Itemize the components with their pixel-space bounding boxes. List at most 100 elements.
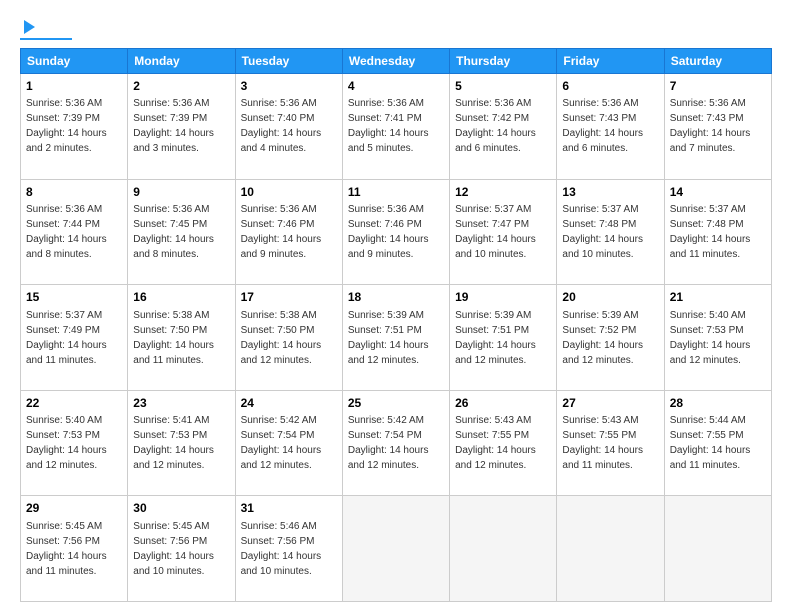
sunrise-label: Sunrise: 5:38 AM xyxy=(133,310,209,321)
week-row-1: 1 Sunrise: 5:36 AM Sunset: 7:39 PM Dayli… xyxy=(21,74,772,180)
sunrise-label: Sunrise: 5:36 AM xyxy=(241,204,317,215)
daylight-minutes: and 9 minutes. xyxy=(348,249,414,260)
day-info: Sunrise: 5:36 AM Sunset: 7:39 PM Dayligh… xyxy=(26,96,122,156)
daylight-minutes: and 4 minutes. xyxy=(241,143,307,154)
day-info: Sunrise: 5:37 AM Sunset: 7:47 PM Dayligh… xyxy=(455,202,551,262)
week-row-3: 15 Sunrise: 5:37 AM Sunset: 7:49 PM Dayl… xyxy=(21,285,772,391)
sunset-label: Sunset: 7:46 PM xyxy=(348,219,422,230)
sunset-label: Sunset: 7:44 PM xyxy=(26,219,100,230)
day-number: 16 xyxy=(133,289,229,306)
sunrise-label: Sunrise: 5:43 AM xyxy=(562,415,638,426)
daylight-minutes: and 10 minutes. xyxy=(562,249,633,260)
day-info: Sunrise: 5:36 AM Sunset: 7:43 PM Dayligh… xyxy=(562,96,658,156)
daylight-minutes: and 12 minutes. xyxy=(455,355,526,366)
sunset-label: Sunset: 7:43 PM xyxy=(670,113,744,124)
sunset-label: Sunset: 7:55 PM xyxy=(670,430,744,441)
day-cell: 23 Sunrise: 5:41 AM Sunset: 7:53 PM Dayl… xyxy=(128,390,235,496)
day-number: 2 xyxy=(133,78,229,95)
day-cell: 17 Sunrise: 5:38 AM Sunset: 7:50 PM Dayl… xyxy=(235,285,342,391)
daylight-minutes: and 10 minutes. xyxy=(455,249,526,260)
sunset-label: Sunset: 7:39 PM xyxy=(133,113,207,124)
sunrise-label: Sunrise: 5:39 AM xyxy=(562,310,638,321)
daylight-label: Daylight: 14 hours xyxy=(241,234,322,245)
sunrise-label: Sunrise: 5:37 AM xyxy=(26,310,102,321)
day-info: Sunrise: 5:36 AM Sunset: 7:40 PM Dayligh… xyxy=(241,96,337,156)
daylight-label: Daylight: 14 hours xyxy=(348,445,429,456)
day-cell: 25 Sunrise: 5:42 AM Sunset: 7:54 PM Dayl… xyxy=(342,390,449,496)
sunset-label: Sunset: 7:54 PM xyxy=(348,430,422,441)
day-info: Sunrise: 5:43 AM Sunset: 7:55 PM Dayligh… xyxy=(455,413,551,473)
day-cell: 28 Sunrise: 5:44 AM Sunset: 7:55 PM Dayl… xyxy=(664,390,771,496)
daylight-label: Daylight: 14 hours xyxy=(133,340,214,351)
daylight-minutes: and 10 minutes. xyxy=(241,566,312,577)
sunset-label: Sunset: 7:55 PM xyxy=(562,430,636,441)
day-cell: 10 Sunrise: 5:36 AM Sunset: 7:46 PM Dayl… xyxy=(235,179,342,285)
day-of-week-row: SundayMondayTuesdayWednesdayThursdayFrid… xyxy=(21,49,772,74)
day-info: Sunrise: 5:40 AM Sunset: 7:53 PM Dayligh… xyxy=(26,413,122,473)
day-number: 18 xyxy=(348,289,444,306)
day-cell: 27 Sunrise: 5:43 AM Sunset: 7:55 PM Dayl… xyxy=(557,390,664,496)
sunrise-label: Sunrise: 5:36 AM xyxy=(133,204,209,215)
day-number: 24 xyxy=(241,395,337,412)
logo-arrow-icon xyxy=(24,20,35,34)
sunset-label: Sunset: 7:50 PM xyxy=(133,325,207,336)
daylight-label: Daylight: 14 hours xyxy=(562,445,643,456)
sunset-label: Sunset: 7:47 PM xyxy=(455,219,529,230)
day-number: 13 xyxy=(562,184,658,201)
day-cell: 4 Sunrise: 5:36 AM Sunset: 7:41 PM Dayli… xyxy=(342,74,449,180)
day-cell xyxy=(342,496,449,602)
daylight-label: Daylight: 14 hours xyxy=(455,234,536,245)
week-row-2: 8 Sunrise: 5:36 AM Sunset: 7:44 PM Dayli… xyxy=(21,179,772,285)
sunrise-label: Sunrise: 5:36 AM xyxy=(562,98,638,109)
day-number: 5 xyxy=(455,78,551,95)
day-number: 17 xyxy=(241,289,337,306)
day-number: 4 xyxy=(348,78,444,95)
daylight-label: Daylight: 14 hours xyxy=(26,445,107,456)
daylight-minutes: and 12 minutes. xyxy=(241,460,312,471)
daylight-minutes: and 9 minutes. xyxy=(241,249,307,260)
day-number: 9 xyxy=(133,184,229,201)
day-info: Sunrise: 5:36 AM Sunset: 7:42 PM Dayligh… xyxy=(455,96,551,156)
sunset-label: Sunset: 7:39 PM xyxy=(26,113,100,124)
daylight-minutes: and 11 minutes. xyxy=(133,355,203,366)
day-info: Sunrise: 5:40 AM Sunset: 7:53 PM Dayligh… xyxy=(670,308,766,368)
day-cell: 9 Sunrise: 5:36 AM Sunset: 7:45 PM Dayli… xyxy=(128,179,235,285)
sunrise-label: Sunrise: 5:36 AM xyxy=(241,98,317,109)
day-info: Sunrise: 5:42 AM Sunset: 7:54 PM Dayligh… xyxy=(348,413,444,473)
day-info: Sunrise: 5:36 AM Sunset: 7:46 PM Dayligh… xyxy=(348,202,444,262)
sunset-label: Sunset: 7:40 PM xyxy=(241,113,315,124)
day-info: Sunrise: 5:42 AM Sunset: 7:54 PM Dayligh… xyxy=(241,413,337,473)
sunset-label: Sunset: 7:49 PM xyxy=(26,325,100,336)
daylight-minutes: and 12 minutes. xyxy=(348,460,419,471)
daylight-label: Daylight: 14 hours xyxy=(455,340,536,351)
daylight-label: Daylight: 14 hours xyxy=(241,551,322,562)
sunrise-label: Sunrise: 5:42 AM xyxy=(241,415,317,426)
day-info: Sunrise: 5:38 AM Sunset: 7:50 PM Dayligh… xyxy=(241,308,337,368)
day-cell: 21 Sunrise: 5:40 AM Sunset: 7:53 PM Dayl… xyxy=(664,285,771,391)
sunset-label: Sunset: 7:48 PM xyxy=(562,219,636,230)
day-info: Sunrise: 5:37 AM Sunset: 7:49 PM Dayligh… xyxy=(26,308,122,368)
sunrise-label: Sunrise: 5:38 AM xyxy=(241,310,317,321)
sunrise-label: Sunrise: 5:36 AM xyxy=(133,98,209,109)
day-cell: 6 Sunrise: 5:36 AM Sunset: 7:43 PM Dayli… xyxy=(557,74,664,180)
day-number: 25 xyxy=(348,395,444,412)
sunset-label: Sunset: 7:54 PM xyxy=(241,430,315,441)
daylight-minutes: and 7 minutes. xyxy=(670,143,736,154)
day-cell: 11 Sunrise: 5:36 AM Sunset: 7:46 PM Dayl… xyxy=(342,179,449,285)
day-info: Sunrise: 5:45 AM Sunset: 7:56 PM Dayligh… xyxy=(133,519,229,579)
daylight-label: Daylight: 14 hours xyxy=(26,551,107,562)
daylight-minutes: and 3 minutes. xyxy=(133,143,199,154)
day-info: Sunrise: 5:46 AM Sunset: 7:56 PM Dayligh… xyxy=(241,519,337,579)
sunset-label: Sunset: 7:41 PM xyxy=(348,113,422,124)
daylight-minutes: and 11 minutes. xyxy=(562,460,632,471)
day-info: Sunrise: 5:36 AM Sunset: 7:45 PM Dayligh… xyxy=(133,202,229,262)
day-cell: 14 Sunrise: 5:37 AM Sunset: 7:48 PM Dayl… xyxy=(664,179,771,285)
day-number: 26 xyxy=(455,395,551,412)
day-number: 28 xyxy=(670,395,766,412)
daylight-label: Daylight: 14 hours xyxy=(133,445,214,456)
day-info: Sunrise: 5:36 AM Sunset: 7:41 PM Dayligh… xyxy=(348,96,444,156)
dow-tuesday: Tuesday xyxy=(235,49,342,74)
day-number: 19 xyxy=(455,289,551,306)
day-cell: 26 Sunrise: 5:43 AM Sunset: 7:55 PM Dayl… xyxy=(450,390,557,496)
sunrise-label: Sunrise: 5:46 AM xyxy=(241,521,317,532)
